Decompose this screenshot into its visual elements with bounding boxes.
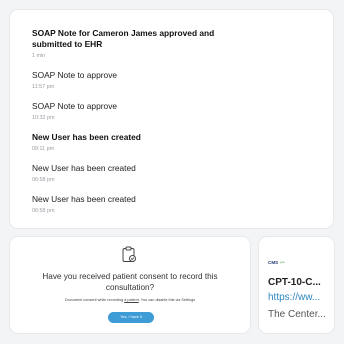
notification-time: 11:57 pm xyxy=(32,84,55,90)
consent-question: Have you received patient consent to rec… xyxy=(42,272,218,292)
consent-note-text: Document consent while recording xyxy=(64,298,125,302)
notification-time: 10:32 pm xyxy=(32,115,55,121)
consent-confirm-button[interactable]: Yes, I have it xyxy=(108,312,154,323)
cms-logo-suffix: .gov xyxy=(279,260,285,264)
notification-item[interactable]: New User has been created 09:11 pm xyxy=(32,132,311,153)
notification-time: 06:58 pm xyxy=(32,177,55,183)
notification-item[interactable]: SOAP Note to approve 11:57 pm xyxy=(32,70,311,91)
notification-title: New User has been created xyxy=(32,163,136,173)
notification-title: New User has been created xyxy=(32,132,141,142)
consent-prompt-card: Have you received patient consent to rec… xyxy=(10,237,250,333)
billing-code-url[interactable]: https://ww... xyxy=(268,292,328,303)
consent-note: Document consent while recording a patie… xyxy=(20,297,240,303)
notification-title: SOAP Note to approve xyxy=(32,70,118,80)
notification-item[interactable]: SOAP Note to approve 10:32 pm xyxy=(32,101,311,122)
notification-time: 06:58 pm xyxy=(32,208,55,214)
billing-code-description: The Center... xyxy=(268,309,326,320)
billing-code: CPT-10-C... xyxy=(268,277,321,288)
notification-time: 1 min xyxy=(32,53,46,59)
cms-logo-text: CMS xyxy=(268,259,279,265)
notifications-panel: SOAP Note for Cameron James approved and… xyxy=(10,10,333,228)
cms-logo: CMS .gov xyxy=(268,258,285,266)
billing-code-card[interactable]: CMS .gov CPT-10-C... https://ww... The Ce… xyxy=(259,237,334,333)
notification-time: 09:11 pm xyxy=(32,146,55,152)
consent-note-text-end: . You can disable this via Settings xyxy=(138,298,196,302)
clipboard-check-icon xyxy=(122,246,136,262)
notification-title: New User has been created xyxy=(32,194,136,204)
notification-item[interactable]: New User has been created 06:58 pm xyxy=(32,194,311,215)
notification-title: SOAP Note for Cameron James approved and… xyxy=(32,28,215,49)
notification-title: SOAP Note to approve xyxy=(32,101,118,111)
consent-patient-link[interactable]: a patient xyxy=(124,298,139,302)
notification-list: SOAP Note for Cameron James approved and… xyxy=(32,28,311,215)
notification-item[interactable]: New User has been created 06:58 pm xyxy=(32,163,311,184)
notification-item[interactable]: SOAP Note for Cameron James approved and… xyxy=(32,28,311,60)
